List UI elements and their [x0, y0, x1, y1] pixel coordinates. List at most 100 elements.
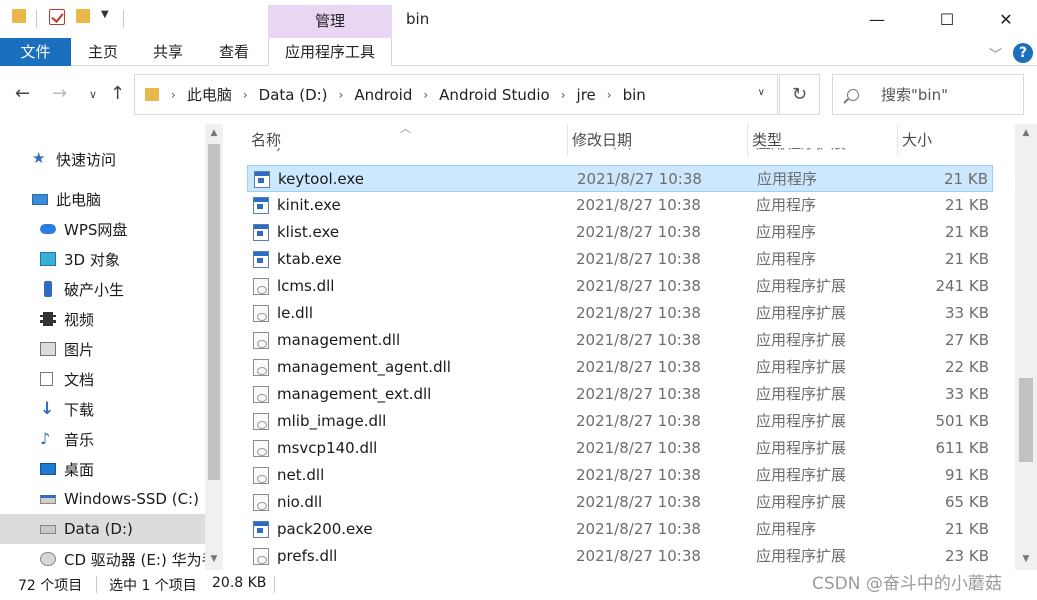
chevron-right-icon[interactable]: ›	[171, 88, 176, 102]
close-button[interactable]: ✕	[983, 0, 1029, 38]
file-row[interactable]: prefs.dll 2021/8/27 10:38 应用程序扩展 23 KB	[247, 543, 993, 570]
help-icon[interactable]: ?	[1013, 43, 1033, 63]
nav-item-drive-c[interactable]: Windows-SSD (C:)	[0, 484, 205, 514]
file-row[interactable]: msvcp140.dll 2021/8/27 10:38 应用程序扩展 611 KB	[247, 435, 993, 462]
breadcrumb-this-pc[interactable]: 此电脑	[187, 84, 232, 105]
breadcrumb-android[interactable]: Android	[354, 86, 412, 104]
chevron-right-icon[interactable]: ›	[339, 88, 344, 102]
nav-item-quick-access[interactable]: ★ 快速访问	[0, 144, 205, 174]
scroll-up-arrow-icon[interactable]: ▲	[205, 128, 223, 138]
file-type: 应用程序扩展	[756, 331, 847, 349]
search-icon	[847, 88, 859, 101]
tab-file[interactable]: 文件	[0, 38, 71, 66]
file-date: 2021/8/27 10:38	[576, 250, 701, 268]
scrollbar-thumb[interactable]	[1019, 378, 1033, 462]
nav-item-phone[interactable]: 破产小生	[0, 274, 205, 304]
file-date: 2021/8/27 10:38	[576, 439, 701, 457]
nav-item-3d-objects[interactable]: 3D 对象	[0, 244, 205, 274]
partially-visible-row[interactable]: jsound.dll 2021/8/27 10:38 应用程序扩展 33 KB	[247, 148, 987, 162]
back-arrow-icon[interactable]: ←	[15, 83, 30, 104]
file-name: le.dll	[277, 304, 314, 322]
file-row[interactable]: management.dll 2021/8/27 10:38 应用程序扩展 27 KB	[247, 327, 993, 354]
maximize-button[interactable]: ☐	[924, 0, 970, 38]
file-row[interactable]: ktab.exe 2021/8/27 10:38 应用程序 21 KB	[247, 246, 993, 273]
properties-check-icon[interactable]	[49, 9, 65, 25]
breadcrumb-jre[interactable]: jre	[577, 86, 596, 104]
navigation-pane: ★ 快速访问 此电脑 WPS网盘 3D 对象 破产小生 视频 图片 文档 ↓ 下…	[0, 124, 223, 570]
tab-home[interactable]: 主页	[71, 38, 135, 66]
window-title: bin	[406, 10, 430, 28]
file-type: 应用程序	[756, 223, 817, 241]
dll-file-icon	[253, 386, 269, 403]
file-date: 2021/8/27 10:38	[576, 493, 701, 511]
file-row[interactable]: klist.exe 2021/8/27 10:38 应用程序 21 KB	[247, 219, 993, 246]
file-type: 应用程序扩展	[756, 493, 847, 511]
file-size: 21 KB	[944, 170, 988, 188]
nav-item-pictures[interactable]: 图片	[0, 334, 205, 364]
customize-toolbar-dropdown-icon[interactable]: ▼	[101, 9, 109, 20]
minimize-button[interactable]: —	[854, 0, 900, 38]
nav-item-label: 此电脑	[56, 190, 102, 209]
nav-item-music[interactable]: ♪ 音乐	[0, 424, 205, 454]
application-file-icon	[253, 521, 269, 538]
new-folder-icon[interactable]	[76, 9, 90, 23]
file-row[interactable]: nio.dll 2021/8/27 10:38 应用程序扩展 65 KB	[247, 489, 993, 516]
status-divider	[274, 576, 275, 593]
scroll-down-arrow-icon[interactable]: ▼	[1017, 554, 1035, 564]
up-arrow-icon[interactable]: ↑	[110, 83, 125, 104]
address-bar[interactable]: › 此电脑 › Data (D:) › Android › Android St…	[134, 74, 778, 115]
forward-arrow-icon[interactable]: →	[52, 83, 67, 104]
file-row[interactable]: pack200.exe 2021/8/27 10:38 应用程序 21 KB	[247, 516, 993, 543]
breadcrumb-android-studio[interactable]: Android Studio	[439, 86, 550, 104]
tab-view[interactable]: 查看	[201, 38, 267, 66]
dll-file-icon	[253, 359, 269, 376]
nav-item-cd-drive[interactable]: CD 驱动器 (E:) 华为手	[0, 544, 217, 570]
nav-item-downloads[interactable]: ↓ 下载	[0, 394, 205, 424]
file-type: 应用程序扩展	[756, 385, 847, 403]
file-name: pack200.exe	[277, 520, 373, 538]
file-row[interactable]: le.dll 2021/8/27 10:38 应用程序扩展 33 KB	[247, 300, 993, 327]
nav-item-documents[interactable]: 文档	[0, 364, 205, 394]
file-type: 应用程序扩展	[756, 148, 846, 157]
chevron-right-icon[interactable]: ›	[243, 88, 248, 102]
tab-application-tools[interactable]: 应用程序工具	[268, 38, 392, 66]
refresh-button[interactable]: ↻	[779, 74, 820, 115]
manage-tab[interactable]: 管理	[268, 5, 392, 38]
file-row[interactable]: keytool.exe 2021/8/27 10:38 应用程序 21 KB	[247, 165, 993, 192]
expand-ribbon-chevron-icon[interactable]: ﹀	[989, 44, 1002, 63]
navigation-pane-scrollbar[interactable]: ▲ ▼	[205, 124, 223, 570]
file-row[interactable]: net.dll 2021/8/27 10:38 应用程序扩展 91 KB	[247, 462, 993, 489]
nav-item-label: Windows-SSD (C:)	[64, 490, 199, 508]
file-row[interactable]: lcms.dll 2021/8/27 10:38 应用程序扩展 241 KB	[247, 273, 993, 300]
nav-item-desktop[interactable]: 桌面	[0, 454, 205, 484]
file-name: management_ext.dll	[277, 385, 432, 403]
file-row[interactable]: management_agent.dll 2021/8/27 10:38 应用程序扩…	[247, 354, 993, 381]
scroll-up-arrow-icon[interactable]: ▲	[1017, 128, 1035, 138]
file-name: prefs.dll	[277, 547, 338, 565]
quick-access-folder-icon[interactable]	[12, 9, 26, 23]
scroll-down-arrow-icon[interactable]: ▼	[205, 554, 223, 564]
file-row[interactable]: mlib_image.dll 2021/8/27 10:38 应用程序扩展 501 K…	[247, 408, 993, 435]
recent-locations-chevron-icon[interactable]: ∨	[89, 88, 97, 101]
cube-icon	[40, 252, 56, 266]
file-name: nio.dll	[277, 493, 323, 511]
file-list-scrollbar[interactable]: ▲ ▼	[1015, 124, 1037, 570]
nav-item-label: Data (D:)	[64, 520, 133, 538]
chevron-right-icon[interactable]: ›	[561, 88, 566, 102]
nav-item-drive-d[interactable]: Data (D:)	[0, 514, 205, 544]
tab-share[interactable]: 共享	[135, 38, 201, 66]
breadcrumb-data-d[interactable]: Data (D:)	[259, 86, 328, 104]
chevron-right-icon[interactable]: ›	[423, 88, 428, 102]
picture-icon	[40, 342, 56, 356]
file-row[interactable]: kinit.exe 2021/8/27 10:38 应用程序 21 KB	[247, 192, 993, 219]
search-input[interactable]: 搜索"bin"	[832, 74, 1024, 115]
nav-item-this-pc[interactable]: 此电脑	[0, 184, 205, 214]
chevron-right-icon[interactable]: ›	[607, 88, 612, 102]
file-row[interactable]: management_ext.dll 2021/8/27 10:38 应用程序扩展 3…	[247, 381, 993, 408]
nav-item-videos[interactable]: 视频	[0, 304, 205, 334]
address-history-dropdown-icon[interactable]: ∨	[758, 87, 765, 98]
breadcrumb-bin[interactable]: bin	[623, 86, 646, 104]
nav-item-wps-drive[interactable]: WPS网盘	[0, 214, 205, 244]
dll-file-icon	[253, 305, 269, 322]
scrollbar-thumb[interactable]	[208, 144, 220, 480]
